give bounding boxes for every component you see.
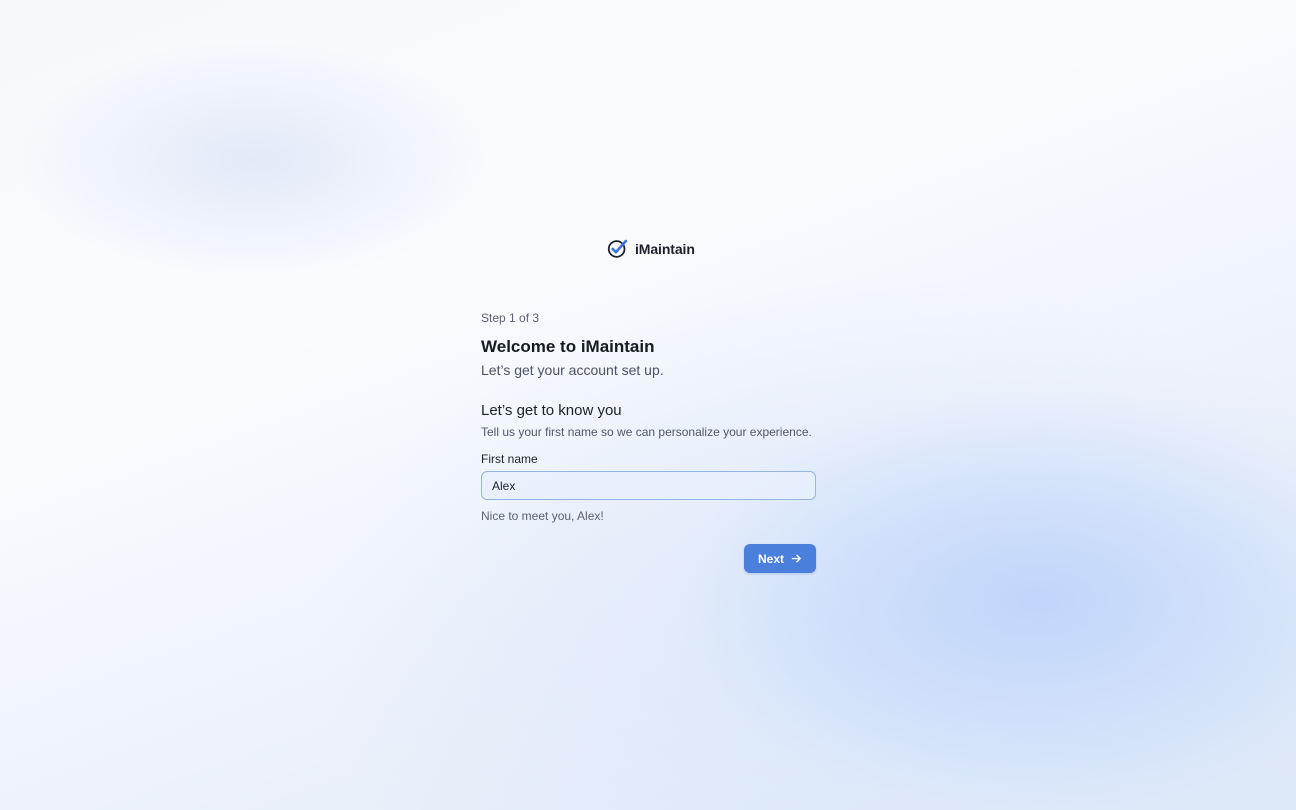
section-description: Tell us your first name so we can person… bbox=[481, 425, 812, 439]
next-button-label: Next bbox=[757, 551, 784, 566]
first-name-field-wrapper bbox=[481, 471, 816, 500]
section-title: Let’s get to know you bbox=[481, 402, 622, 419]
greeting-message: Nice to meet you, Alex! bbox=[481, 509, 604, 523]
next-button[interactable]: Next bbox=[744, 544, 816, 573]
check-circle-icon bbox=[607, 239, 628, 258]
brand-name: iMaintain bbox=[635, 240, 695, 257]
page-title: Welcome to iMaintain bbox=[481, 337, 655, 356]
arrow-right-icon bbox=[791, 554, 801, 563]
first-name-input[interactable] bbox=[492, 478, 805, 493]
page-subtitle: Let’s get your account set up. bbox=[481, 362, 664, 378]
form-actions: Next bbox=[481, 544, 816, 573]
step-indicator: Step 1 of 3 bbox=[481, 311, 540, 325]
first-name-label: First name bbox=[481, 452, 538, 466]
brand-logo: iMaintain bbox=[607, 238, 695, 259]
onboarding-card: Step 1 of 3 Welcome to iMaintain Let’s g… bbox=[481, 310, 816, 573]
